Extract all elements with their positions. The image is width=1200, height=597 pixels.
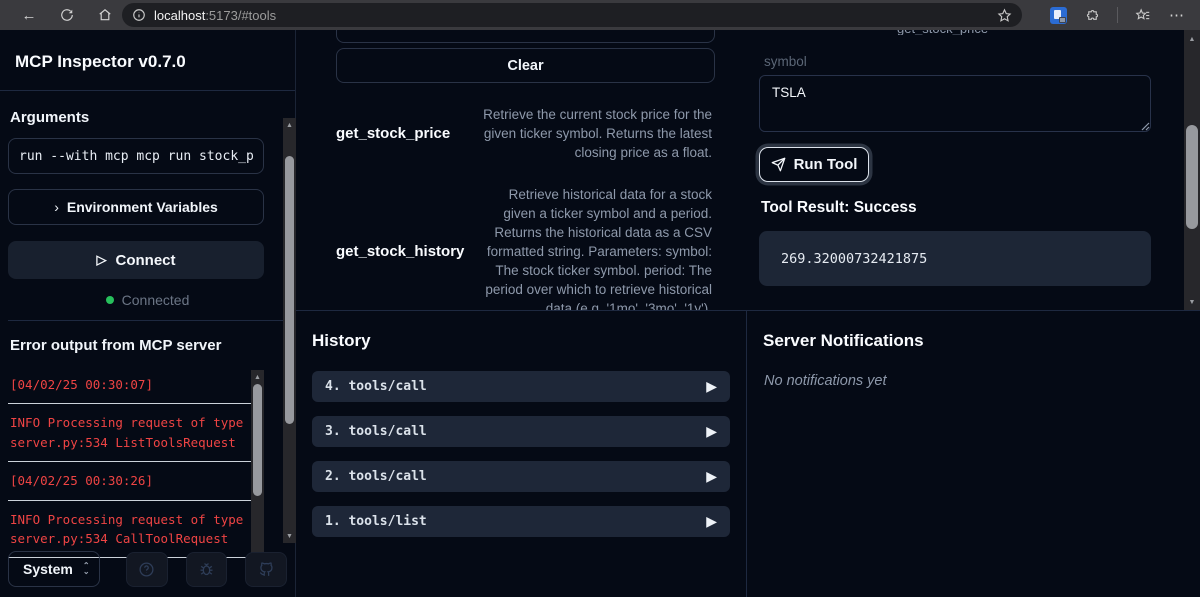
scroll-down-icon[interactable]: ▼	[1184, 295, 1200, 309]
sidebar: MCP Inspector v0.7.0 Arguments › Environ…	[0, 30, 296, 597]
play-outline-icon: ▷	[97, 252, 107, 268]
history-item[interactable]: 2. tools/call ▶	[312, 461, 730, 492]
address-bar[interactable]: localhost:5173/#tools	[122, 3, 1022, 27]
connection-status: Connected	[8, 292, 287, 308]
history-item[interactable]: 3. tools/call ▶	[312, 416, 730, 447]
url-text: localhost:5173/#tools	[154, 8, 276, 23]
github-button[interactable]	[245, 552, 287, 587]
send-icon	[771, 157, 786, 172]
scroll-up-icon[interactable]: ▲	[1184, 32, 1200, 46]
run-tool-button[interactable]: Run Tool	[759, 147, 869, 182]
scroll-up-icon[interactable]: ▲	[251, 370, 264, 384]
history-item[interactable]: 4. tools/call ▶	[312, 371, 730, 402]
tool-description: Retrieve historical data for a stock giv…	[478, 185, 712, 311]
tools-pane-scrollbar[interactable]: ▲ ▼	[1184, 30, 1200, 311]
expand-play-icon[interactable]: ▶	[706, 513, 717, 530]
tool-name: get_stock_price	[336, 125, 478, 142]
server-notifications-heading: Server Notifications	[763, 331, 1200, 351]
password-extension-icon[interactable]	[1050, 7, 1067, 24]
tool-description: Retrieve the current stock price for the…	[478, 105, 712, 162]
tool-result-heading: Tool Result: Success	[761, 199, 917, 217]
scrollbar-thumb[interactable]	[1186, 125, 1198, 229]
select-chevrons-icon: ⌃⌄	[83, 563, 90, 575]
sidebar-footer: System ⌃⌄	[0, 541, 295, 597]
expand-play-icon[interactable]: ▶	[706, 468, 717, 485]
server-notifications-pane: Server Notifications No notifications ye…	[747, 311, 1200, 597]
tool-row-get-stock-price[interactable]: get_stock_price Retrieve the current sto…	[336, 102, 712, 164]
clipped-selected-tool-title: get_stock_price	[897, 30, 1017, 35]
connect-button[interactable]: ▷ Connect	[8, 241, 264, 279]
history-heading: History	[312, 331, 746, 351]
log-entry: [04/02/25 00:30:26]	[8, 462, 251, 500]
tool-result-box: 269.32000732421875	[759, 231, 1151, 286]
arguments-label: Arguments	[10, 109, 287, 126]
clear-button[interactable]: Clear	[336, 48, 715, 83]
sidebar-scrollbar[interactable]: ▲ ▼	[283, 118, 296, 543]
scrollbar-thumb[interactable]	[253, 384, 262, 496]
favorites-icon[interactable]	[1128, 2, 1158, 28]
reload-icon[interactable]	[52, 2, 82, 28]
error-log-scrollbar[interactable]: ▲ ▼	[251, 370, 264, 562]
history-item[interactable]: 1. tools/list ▶	[312, 506, 730, 537]
extensions-icon[interactable]	[1077, 2, 1107, 28]
error-log[interactable]: [04/02/25 00:30:07]INFO Processing reque…	[8, 366, 264, 566]
site-info-icon[interactable]	[132, 8, 146, 22]
theme-select[interactable]: System ⌃⌄	[8, 551, 100, 587]
bug-report-button[interactable]	[186, 552, 228, 587]
help-button[interactable]	[126, 552, 168, 587]
history-pane: History 4. tools/call ▶ 3. tools/call ▶ …	[296, 311, 747, 597]
scrollbar-thumb[interactable]	[285, 156, 294, 424]
arguments-input[interactable]	[8, 138, 264, 174]
tool-result-value: 269.32000732421875	[781, 251, 927, 267]
scroll-up-icon[interactable]: ▲	[283, 118, 296, 132]
browser-toolbar: ← localhost:5173/#tools	[0, 0, 1200, 30]
favorite-star-icon[interactable]	[997, 8, 1012, 23]
chevron-right-icon: ›	[54, 199, 59, 215]
browser-menu-icon[interactable]: ⋯	[1162, 2, 1192, 28]
symbol-input[interactable]	[759, 75, 1151, 132]
param-label: symbol	[764, 54, 807, 69]
sidebar-divider	[8, 320, 287, 321]
expand-play-icon[interactable]: ▶	[706, 378, 717, 395]
log-entry: INFO Processing request of type server.p…	[8, 404, 251, 462]
connected-dot-icon	[106, 296, 114, 304]
back-icon[interactable]: ←	[14, 2, 44, 28]
tool-row-get-stock-history[interactable]: get_stock_history Retrieve historical da…	[336, 185, 712, 311]
scroll-down-icon[interactable]: ▼	[283, 529, 296, 543]
error-output-heading: Error output from MCP server	[10, 337, 287, 354]
clipped-list-tools-button[interactable]	[336, 30, 715, 43]
notifications-empty-text: No notifications yet	[764, 373, 1200, 389]
toolbar-divider	[1117, 7, 1118, 23]
tool-name: get_stock_history	[336, 243, 478, 260]
log-entry: [04/02/25 00:30:07]	[8, 366, 251, 404]
tools-pane: Clear get_stock_price Retrieve the curre…	[296, 30, 1200, 311]
expand-play-icon[interactable]: ▶	[706, 423, 717, 440]
app-title: MCP Inspector v0.7.0	[0, 30, 295, 90]
environment-variables-button[interactable]: › Environment Variables	[8, 189, 264, 225]
home-icon[interactable]	[90, 2, 120, 28]
